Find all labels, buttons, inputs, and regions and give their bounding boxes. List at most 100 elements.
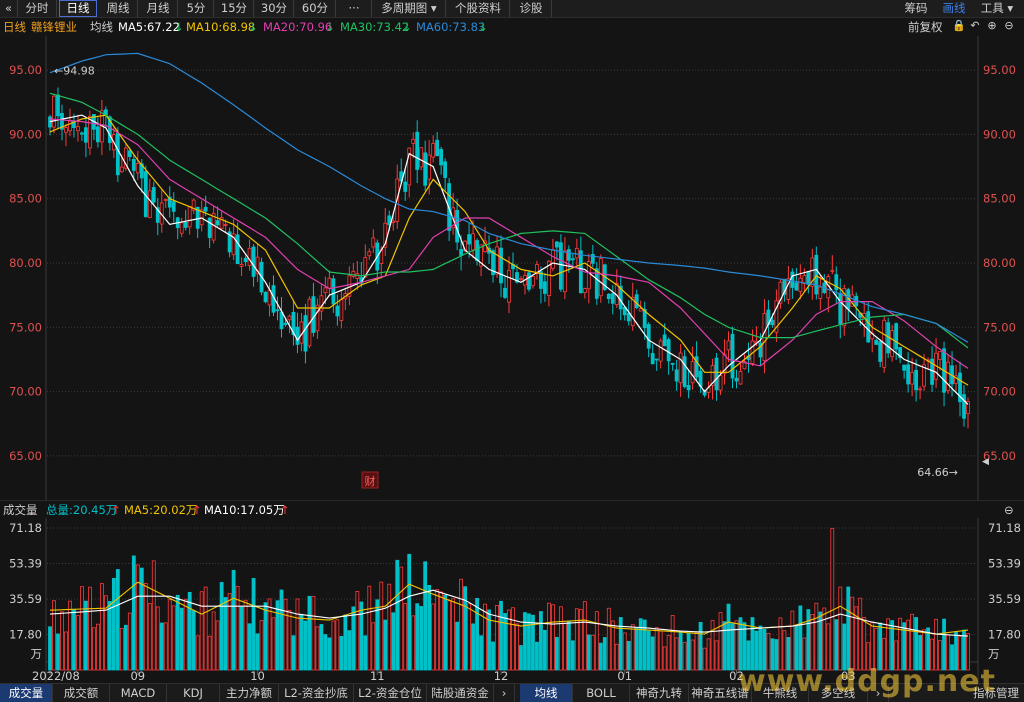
- volume-bar: [431, 603, 436, 671]
- diagnosis-tab[interactable]: 诊股: [511, 0, 552, 17]
- volume-bar: [578, 609, 583, 671]
- ma-line-ma20: [49, 118, 969, 369]
- volume-bar: [163, 622, 168, 671]
- zoom-in-icon[interactable]: ⊕: [985, 19, 999, 33]
- tab-ma-overlay[interactable]: 均线: [520, 684, 573, 702]
- tab-weekly[interactable]: 周线: [99, 0, 138, 17]
- price-chart[interactable]: 95.00 95.00 90.00 90.00 85.00 85.00 80.00 80.00…: [0, 36, 1024, 500]
- lock-icon[interactable]: 🔒: [952, 19, 966, 33]
- volume-legend-bar: 成交量 总量:20.45万 ↑ MA5:20.02万 ↑ MA10:17.05万…: [0, 500, 1024, 519]
- tab-main-net[interactable]: 主力净额: [220, 684, 279, 702]
- ma-settings-label[interactable]: 均线: [90, 18, 113, 36]
- candle-body: [279, 311, 284, 330]
- ma10-value: MA10:68.98: [186, 20, 256, 34]
- candle-body: [127, 150, 132, 158]
- volume-bar: [56, 633, 60, 671]
- volume-bar: [650, 636, 655, 671]
- volume-bar: [543, 629, 547, 671]
- tab-5min[interactable]: 5分: [179, 0, 214, 17]
- back-icon[interactable]: «: [0, 0, 18, 17]
- candle-body: [427, 154, 432, 180]
- volume-bar: [415, 603, 420, 671]
- volume-bar: [359, 601, 364, 671]
- tab-volume[interactable]: 成交量: [0, 684, 53, 702]
- volume-bar: [119, 628, 124, 671]
- volume-bar: [211, 611, 216, 671]
- volume-bar: [339, 636, 344, 671]
- chips-button[interactable]: 筹码: [898, 0, 934, 17]
- volume-bar: [718, 612, 723, 671]
- volume-bar: [427, 584, 432, 671]
- volume-bar: [315, 626, 320, 671]
- volume-bar: [790, 610, 795, 671]
- volume-bar: [706, 638, 711, 671]
- tab-daily[interactable]: 日线: [59, 0, 97, 17]
- tab-l2-bottom[interactable]: L2-资金抄底: [279, 684, 354, 702]
- volume-bar: [558, 606, 563, 671]
- volume-bar: [742, 622, 747, 671]
- volume-bar: [175, 594, 180, 671]
- price-y-tick-left: 95.00: [9, 63, 42, 77]
- candle-body: [64, 127, 68, 133]
- candle-body: [459, 249, 464, 256]
- candle-body: [890, 330, 895, 358]
- volume-chart[interactable]: 71.18 71.18 53.39 53.39 35.59 35.59 17.80 17.80…: [0, 518, 1024, 682]
- volume-bar: [347, 630, 352, 671]
- price-y-tick-left: 85.00: [9, 192, 42, 206]
- candle-body: [902, 364, 907, 371]
- volume-bar: [311, 595, 316, 671]
- earnings-marker: 财: [365, 474, 376, 488]
- candle-body: [654, 358, 659, 361]
- multi-period-dropdown[interactable]: 多周期图 ▾: [373, 0, 446, 17]
- volume-bar: [223, 597, 228, 671]
- more-periods-button[interactable]: ···: [337, 0, 372, 17]
- stock-profile-tab[interactable]: 个股资料: [447, 0, 510, 17]
- volume-bar: [423, 561, 428, 671]
- reset-icon[interactable]: ↶: [968, 19, 982, 33]
- zoom-out-icon[interactable]: ⊖: [1002, 19, 1016, 33]
- volume-y-tick-left: 53.39: [9, 556, 42, 570]
- tab-kdj[interactable]: KDJ: [167, 684, 220, 702]
- volume-bar: [678, 631, 683, 671]
- volume-bar: [155, 606, 160, 671]
- tab-intraday[interactable]: 分时: [18, 0, 57, 17]
- volume-bar: [686, 633, 691, 671]
- price-y-tick-right: 75.00: [983, 320, 1016, 334]
- tab-monthly[interactable]: 月线: [139, 0, 178, 17]
- candle-body: [507, 269, 511, 303]
- tab-northbound[interactable]: 陆股通资金: [427, 684, 494, 702]
- candle-body: [634, 294, 639, 309]
- candle-body: [570, 258, 575, 261]
- left-tabs-more-icon[interactable]: ›: [494, 684, 515, 702]
- tab-30min[interactable]: 30分: [255, 0, 294, 17]
- candle-body: [251, 246, 256, 277]
- volume-zoom-out-icon[interactable]: ⊖: [1004, 501, 1014, 519]
- tools-dropdown[interactable]: 工具 ▾: [974, 0, 1020, 17]
- volume-bar: [443, 594, 448, 671]
- volume-bar: [670, 615, 675, 671]
- tab-magic-nine[interactable]: 神奇九转: [630, 684, 689, 702]
- tab-macd[interactable]: MACD: [110, 684, 167, 702]
- candle-body: [798, 277, 803, 292]
- volume-bar: [447, 600, 452, 671]
- volume-bar: [878, 622, 883, 671]
- volume-bar: [858, 597, 863, 671]
- volume-bar: [606, 607, 611, 671]
- tab-60min[interactable]: 60分: [295, 0, 336, 17]
- volume-bar: [303, 620, 308, 671]
- vol-ma5-arrow: ↑: [192, 503, 202, 517]
- x-tick-label: 2022/08: [32, 669, 80, 682]
- adjust-mode-button[interactable]: 前复权: [908, 18, 943, 36]
- volume-bar: [191, 610, 196, 671]
- candle-body: [918, 388, 923, 391]
- tab-boll[interactable]: BOLL: [573, 684, 630, 702]
- tab-l2-position[interactable]: L2-资金仓位: [354, 684, 427, 702]
- tab-15min[interactable]: 15分: [215, 0, 254, 17]
- price-y-tick-right: 70.00: [983, 385, 1016, 399]
- tab-turnover[interactable]: 成交额: [53, 684, 110, 702]
- volume-bar: [738, 617, 743, 671]
- volume-unit-left: 万: [31, 647, 43, 661]
- ma20-down-arrow: ↓: [325, 20, 335, 34]
- draw-line-button[interactable]: 画线: [936, 0, 972, 17]
- candle-body: [68, 120, 72, 132]
